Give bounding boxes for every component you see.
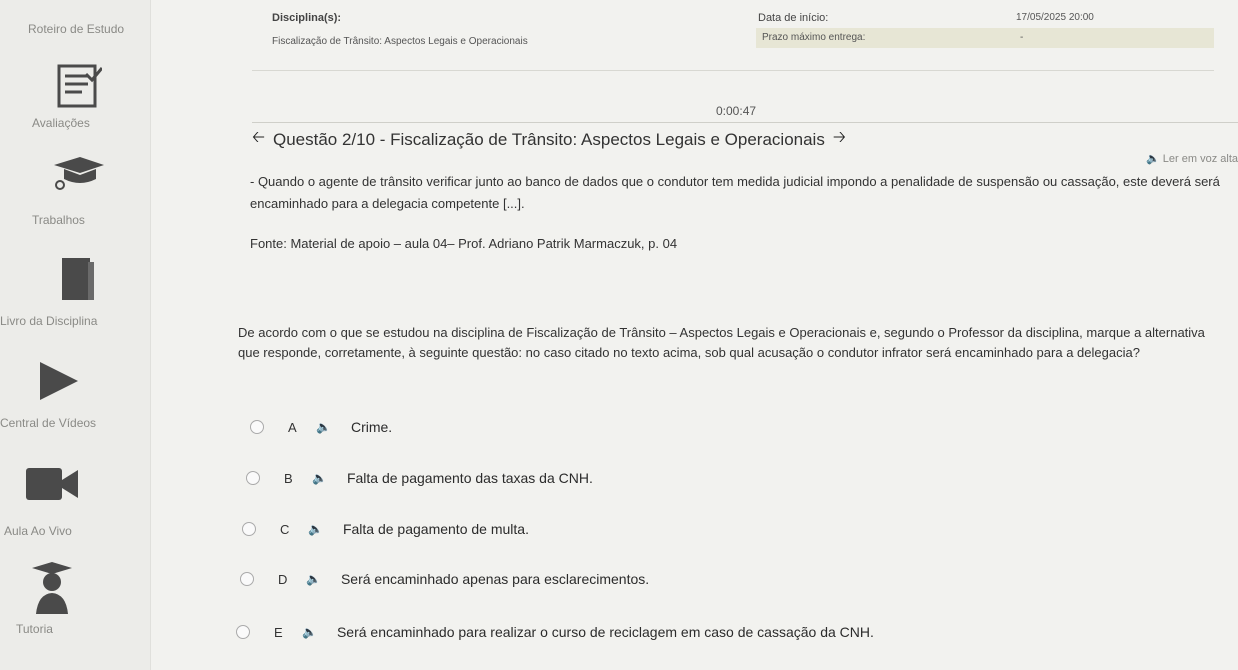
question-title-bar: 🡠 Questão 2/10 - Fiscalização de Trânsit…: [252, 126, 846, 153]
sidebar-item-course-book[interactable]: Livro da Disciplina: [0, 252, 150, 332]
sidebar-item-label: Trabalhos: [32, 213, 85, 227]
video-camera-icon: [26, 468, 78, 500]
read-aloud-button[interactable]: 🔈 Ler em voz alta: [1146, 152, 1238, 165]
sidebar-item-video-center[interactable]: Central de Vídeos: [0, 358, 150, 438]
sidebar-item-evaluations[interactable]: Avaliações: [0, 60, 150, 135]
divider: [252, 122, 1238, 123]
radio-button[interactable]: [246, 471, 260, 485]
option-letter: B: [284, 470, 293, 486]
option-letter: E: [274, 624, 283, 640]
question-prompt: De acordo com o que se estudou na discip…: [238, 325, 1205, 360]
deadline-label: Prazo máximo entrega:: [762, 32, 866, 43]
radio-button[interactable]: [242, 522, 256, 536]
option-text: Falta de pagamento de multa.: [342, 521, 529, 537]
elapsed-timer: 0:00:47: [716, 104, 757, 118]
answer-option-a[interactable]: A 🔈 Crime.: [250, 416, 392, 438]
answer-option-b[interactable]: B 🔈 Falta de pagamento das taxas da CNH.: [246, 467, 593, 489]
sidebar-item-assignments[interactable]: Trabalhos: [0, 155, 150, 230]
deadline-row: Prazo máximo entrega: -: [756, 28, 1214, 48]
option-letter: A: [288, 419, 297, 435]
answer-option-e[interactable]: E 🔈 Será encaminhado para realizar o cur…: [236, 621, 874, 643]
question-source: Fonte: Material de apoio – aula 04– Prof…: [250, 236, 678, 251]
option-text: Será encaminhado para realizar o curso d…: [336, 624, 874, 640]
sidebar-item-label: Tutoria: [16, 622, 53, 636]
option-letter: C: [280, 521, 290, 537]
radio-button[interactable]: [236, 625, 250, 639]
previous-question-arrow-icon[interactable]: 🡠: [252, 126, 265, 153]
play-icon: [40, 362, 78, 400]
speaker-icon: 🔈: [1146, 153, 1160, 165]
sidebar-item-label: Central de Vídeos: [0, 416, 97, 430]
sidebar-item-label: Aula Ao Vivo: [4, 524, 72, 538]
option-text: Será encaminhado apenas para esclarecime…: [340, 571, 650, 587]
sidebar-item-label: Avaliações: [32, 116, 90, 130]
checklist-icon: [57, 64, 102, 108]
option-letter: D: [278, 571, 288, 587]
question-title: Questão 2/10 - Fiscalização de Trânsito:…: [272, 129, 825, 149]
sidebar-item-tutoring[interactable]: Tutoria: [0, 560, 150, 640]
sidebar: Roteiro de Estudo Avaliações Trabalhos L…: [0, 0, 151, 670]
speaker-icon[interactable]: 🔈: [308, 522, 323, 536]
answer-option-d[interactable]: D 🔈 Será encaminhado apenas para esclare…: [240, 568, 649, 590]
start-date-label: Data de início:: [758, 12, 829, 24]
speaker-icon[interactable]: 🔈: [316, 420, 331, 434]
book-icon: [62, 258, 94, 300]
speaker-icon[interactable]: 🔈: [306, 572, 321, 586]
answer-option-c[interactable]: C 🔈 Falta de pagamento de multa.: [242, 518, 529, 540]
radio-button[interactable]: [240, 572, 254, 586]
read-aloud-label: Ler em voz alta: [1162, 153, 1238, 165]
question-statement: - Quando o agente de trânsito verificar …: [250, 174, 1220, 211]
radio-button[interactable]: [250, 420, 264, 434]
option-text: Crime.: [350, 419, 393, 435]
deadline-value: -: [1020, 32, 1024, 43]
speaker-icon[interactable]: 🔈: [312, 471, 327, 485]
graduation-cap-icon: [54, 157, 104, 190]
sidebar-item-study-plan[interactable]: Roteiro de Estudo: [0, 20, 150, 44]
sidebar-item-live-class[interactable]: Aula Ao Vivo: [0, 462, 150, 542]
discipline-value: Fiscalização de Trânsito: Aspectos Legai…: [272, 36, 528, 47]
start-date-value: 17/05/2025 20:00: [1016, 12, 1094, 23]
tutor-icon: [32, 562, 72, 614]
discipline-label: Disciplina(s):: [272, 12, 342, 24]
option-text: Falta de pagamento das taxas da CNH.: [346, 470, 593, 486]
next-question-arrow-icon[interactable]: 🡢: [833, 126, 846, 153]
sidebar-item-label: Roteiro de Estudo: [28, 22, 125, 36]
exam-header: Disciplina(s): Fiscalização de Trânsito:…: [252, 6, 1214, 71]
sidebar-item-label: Livro da Disciplina: [0, 314, 98, 328]
speaker-icon[interactable]: 🔈: [302, 625, 317, 639]
